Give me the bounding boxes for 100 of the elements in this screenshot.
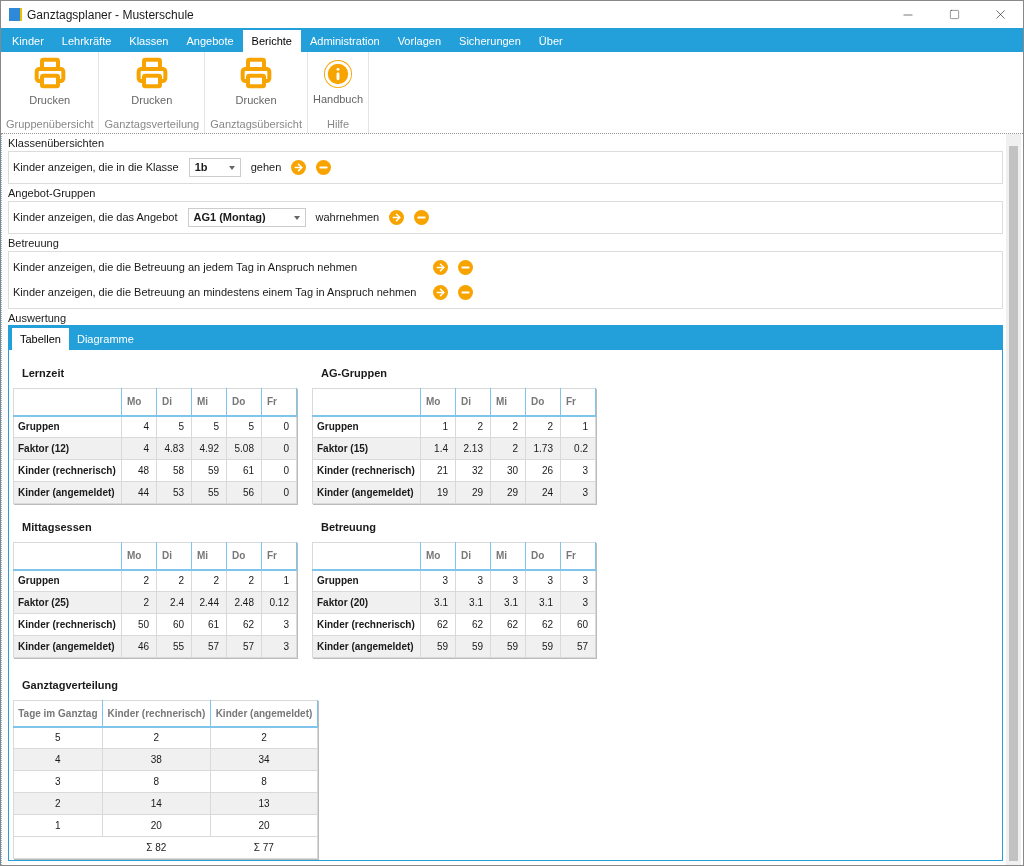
- info-icon: [324, 60, 353, 88]
- table-cell: 44: [121, 481, 157, 504]
- total-cell: Σ 82: [102, 836, 211, 859]
- table-cell: 26: [525, 459, 561, 482]
- ribbon-group-label: Gruppenübersicht: [6, 117, 94, 132]
- table-cell: 59: [455, 635, 491, 658]
- table-cell: 3.1: [455, 591, 491, 614]
- minus-icon[interactable]: [458, 285, 473, 300]
- table-cell: 1: [560, 415, 596, 438]
- table-cell: 34: [210, 748, 318, 771]
- tab[interactable]: Diagramme: [69, 328, 142, 350]
- row-header: Gruppen: [312, 569, 421, 592]
- menu-tab[interactable]: Administration: [300, 30, 389, 52]
- table-cell: 55: [191, 481, 227, 504]
- ribbon-button[interactable]: Drucken: [235, 52, 277, 116]
- table-cell: 4.92: [191, 437, 227, 460]
- table-cell: 0: [261, 415, 297, 438]
- table-cell: 2: [13, 792, 103, 815]
- column-header: Di: [455, 388, 491, 416]
- table-cell: 59: [191, 459, 227, 482]
- table-title: Betreuung: [320, 519, 377, 535]
- table-cell: 2: [490, 415, 526, 438]
- table-cell: 1: [420, 415, 456, 438]
- table-cell: 62: [490, 613, 526, 636]
- ribbon-group-label: Ganztagsverteilung: [104, 117, 200, 132]
- column-header: Do: [525, 542, 561, 570]
- row-header: Kinder (rechnerisch): [312, 613, 421, 636]
- row-header: Faktor (25): [13, 591, 122, 614]
- table-cell: 2.13: [455, 437, 491, 460]
- table-cell: 5.08: [226, 437, 262, 460]
- arrow-right-icon[interactable]: [389, 210, 405, 225]
- table-cell: 59: [525, 635, 561, 658]
- arrow-right-icon[interactable]: [433, 260, 448, 275]
- printer-icon: [33, 57, 66, 89]
- table-cell: 0: [261, 481, 297, 504]
- row-header: Kinder (rechnerisch): [13, 613, 122, 636]
- table-cell: 5: [191, 415, 227, 438]
- row-header: Kinder (rechnerisch): [312, 459, 421, 482]
- arrow-right-icon[interactable]: [291, 160, 307, 175]
- window-title: Ganztagsplaner - Musterschule: [27, 6, 194, 24]
- menu-tab[interactable]: Lehrkräfte: [52, 30, 121, 52]
- table-cell: 2: [121, 591, 157, 614]
- total-cell: Σ 77: [210, 836, 318, 859]
- table-cell: 60: [156, 613, 192, 636]
- table-cell: 3: [261, 613, 297, 636]
- table-cell: 3: [420, 569, 456, 592]
- table-cell: 30: [490, 459, 526, 482]
- table-cell: 1: [13, 814, 103, 837]
- app-logo-icon: [9, 8, 22, 21]
- table-cell: 5: [226, 415, 262, 438]
- menu-tab[interactable]: Über: [529, 30, 572, 52]
- table-cell: 8: [210, 770, 318, 793]
- table-cell: 53: [156, 481, 192, 504]
- column-header: Mi: [191, 388, 227, 416]
- table-cell: 3: [525, 569, 561, 592]
- table-cell: 0.12: [261, 591, 297, 614]
- group-title: Betreuung: [8, 236, 60, 251]
- minus-icon[interactable]: [316, 160, 332, 175]
- column-header: Di: [156, 388, 192, 416]
- table-cell: 21: [420, 459, 456, 482]
- scrollbar[interactable]: [1006, 134, 1021, 865]
- minus-icon[interactable]: [458, 260, 473, 275]
- row-header: Kinder (angemeldet): [312, 635, 421, 658]
- row-header: Faktor (15): [312, 437, 421, 460]
- filter-label: Kinder anzeigen, die die Betreuung an mindestens einem Tag in Anspruch nehmen: [13, 285, 418, 301]
- printer-icon: [135, 57, 168, 89]
- table-cell: 5: [156, 415, 192, 438]
- column-header: Kinder (angemeldet): [210, 700, 318, 727]
- minus-icon[interactable]: [414, 210, 430, 225]
- ribbon-button[interactable]: Handbuch: [312, 52, 364, 116]
- table-cell: 62: [525, 613, 561, 636]
- menu-tab[interactable]: Vorlagen: [388, 30, 451, 52]
- arrow-right-icon[interactable]: [433, 285, 448, 300]
- menu-tab[interactable]: Sicherungen: [450, 30, 530, 52]
- table-cell: 62: [226, 613, 262, 636]
- table-cell: 2: [490, 437, 526, 460]
- table-title: AG-Gruppen: [320, 365, 388, 381]
- column-header: Do: [226, 388, 262, 416]
- column-header: Kinder (rechnerisch): [102, 700, 211, 727]
- row-header: Kinder (rechnerisch): [13, 459, 122, 482]
- menu-tab[interactable]: Angebote: [177, 30, 243, 52]
- table-cell: 24: [525, 481, 561, 504]
- column-header: Fr: [560, 388, 596, 416]
- menu-tab[interactable]: Kinder: [3, 30, 53, 52]
- table-cell: 3.1: [490, 591, 526, 614]
- column-header: Di: [455, 542, 491, 570]
- table-cell: 46: [121, 635, 157, 658]
- table-cell: 59: [420, 635, 456, 658]
- dropdown[interactable]: 1b: [188, 158, 241, 177]
- ribbon-button[interactable]: Drucken: [29, 52, 71, 116]
- table-cell: 3: [560, 459, 596, 482]
- table-cell: 3: [560, 591, 596, 614]
- menu-tab[interactable]: Berichte: [242, 30, 301, 52]
- tab[interactable]: Tabellen: [12, 328, 69, 350]
- menu-tab[interactable]: Klassen: [120, 30, 178, 52]
- dropdown[interactable]: AG1 (Montag): [187, 208, 306, 227]
- ribbon-button[interactable]: Drucken: [131, 52, 173, 116]
- filter-label: Kinder anzeigen, die das Angebot: [13, 210, 178, 226]
- table-cell: 4: [121, 437, 157, 460]
- row-header: Kinder (angemeldet): [312, 481, 421, 504]
